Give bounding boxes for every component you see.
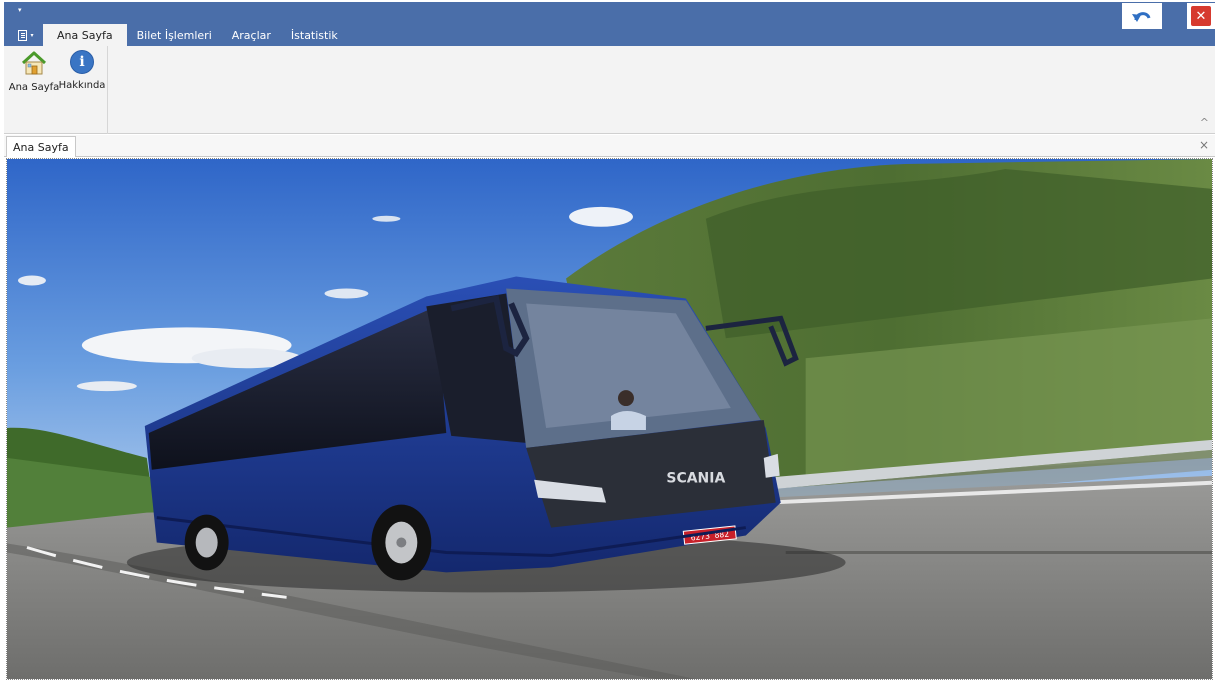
bus-brand-text: SCANIA [666,471,725,487]
close-document-icon[interactable]: × [1199,138,1209,152]
main-content-area: SCANIA 6273 882 [6,158,1213,680]
ribbon-tabs: Ana Sayfa Bilet İşlemleri Araçlar İstati… [43,24,348,46]
collapse-ribbon-icon[interactable]: ^ [1200,116,1209,129]
title-bar: ▾ ▾ Ana Sayfa Bilet İşlemleri Araçlar İs… [4,2,1215,46]
close-icon: ✕ [1191,6,1211,26]
tab-istatistik[interactable]: İstatistik [281,24,348,46]
tab-bilet-islemleri[interactable]: Bilet İşlemleri [127,24,222,46]
tab-ana-sayfa[interactable]: Ana Sayfa [43,24,127,46]
app-menu-icon [18,29,28,41]
about-button-label: Hakkında [58,80,106,91]
home-button[interactable]: Ana Sayfa [8,50,60,106]
ribbon-group-main: Ana Sayfa i Hakkında [4,46,108,134]
chevron-down-icon: ▾ [30,31,34,39]
document-tab-ana-sayfa[interactable]: Ana Sayfa [6,136,76,157]
about-button[interactable]: i Hakkında [58,50,106,106]
quick-access-dropdown-icon[interactable]: ▾ [18,6,22,14]
document-tab-strip: Ana Sayfa × [4,135,1215,157]
info-icon: i [70,50,94,74]
app-menu-button[interactable]: ▾ [10,24,42,46]
ribbon: Ana Sayfa i Hakkında ^ [4,46,1215,134]
undo-icon [1132,12,1151,22]
tab-araclar[interactable]: Araçlar [222,24,281,46]
home-button-label: Ana Sayfa [8,82,60,93]
undo-button[interactable] [1122,3,1162,29]
home-icon [21,51,47,75]
close-button[interactable]: ✕ [1187,3,1215,29]
bus-photo: SCANIA 6273 882 [7,159,1212,679]
